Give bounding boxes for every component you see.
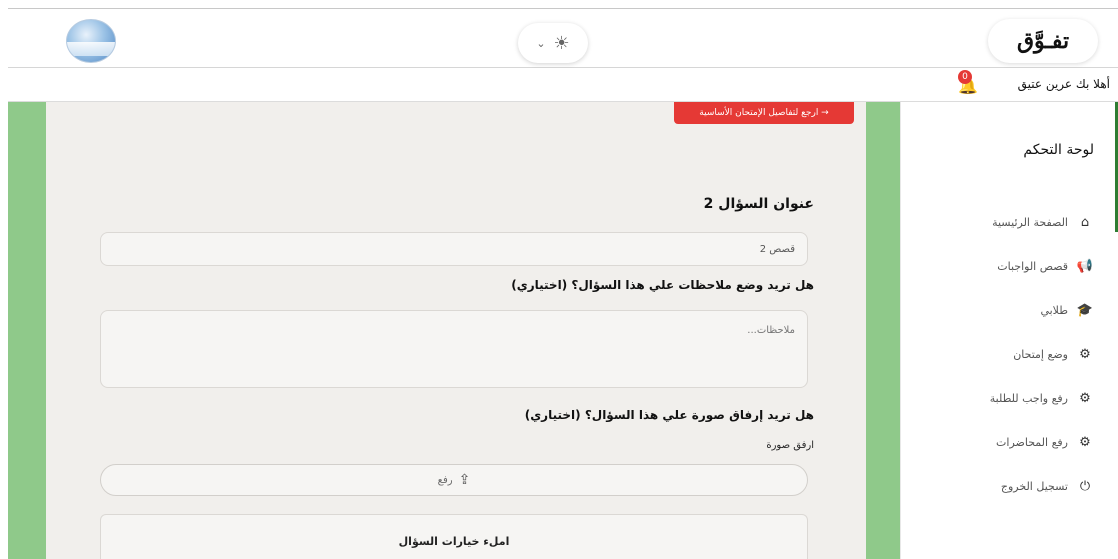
- upload-button[interactable]: ⇪ رفع: [100, 464, 808, 496]
- sidebar-nav: ⌂ الصفحة الرئيسية 📢 قصص الواجبات 🎓 طلابي…: [990, 200, 1096, 508]
- gear-icon: ⚙: [1079, 390, 1091, 406]
- chevron-down-icon: ⌄: [536, 36, 546, 50]
- sidebar-item-upload-homework[interactable]: ⚙ رفع واجب للطلبة: [990, 376, 1096, 420]
- question-options-panel: املء خيارات السؤال: [100, 514, 808, 559]
- greeting-text: أهلا بك عرين عتيق: [1017, 77, 1110, 91]
- sidebar: لوحة التحكم ⌂ الصفحة الرئيسية 📢 قصص الوا…: [900, 102, 1118, 559]
- megaphone-icon: 📢: [1076, 258, 1094, 274]
- sidebar-title: لوحة التحكم: [1023, 142, 1094, 158]
- power-icon: ⏻: [1079, 478, 1091, 494]
- question-title-input[interactable]: [100, 232, 808, 266]
- sidebar-item-create-exam[interactable]: ⚙ وضع إمتحان: [990, 332, 1096, 376]
- sidebar-item-logout[interactable]: ⏻ تسجيل الخروج: [990, 464, 1096, 508]
- attach-image-label: ارفق صورة: [766, 440, 814, 451]
- notification-badge: 0: [958, 70, 972, 84]
- sun-icon: ☀: [553, 32, 570, 54]
- sidebar-item-home[interactable]: ⌂ الصفحة الرئيسية: [990, 200, 1096, 244]
- sidebar-item-label: تسجيل الخروج: [1000, 479, 1068, 493]
- upload-icon: ⇪: [458, 472, 471, 488]
- sidebar-item-label: رفع المحاضرات: [996, 435, 1068, 449]
- top-bar: ⌄ ☀ تفـوَّق: [8, 8, 1118, 68]
- greeting-bar: أهلا بك عرين عتيق 🔔 0: [8, 68, 1118, 102]
- back-to-exam-details-button[interactable]: → ارجع لتفاصيل الإمتحان الأساسية: [674, 102, 854, 124]
- sidebar-item-label: قصص الواجبات: [997, 259, 1068, 273]
- home-icon: ⌂: [1080, 214, 1090, 230]
- sidebar-item-label: طلابي: [1040, 303, 1068, 317]
- gear-icon: ⚙: [1079, 346, 1091, 362]
- notes-textarea[interactable]: [100, 310, 808, 388]
- upload-label: رفع: [437, 474, 453, 486]
- gear-icon: ⚙: [1079, 434, 1091, 450]
- sidebar-item-label: رفع واجب للطلبة: [989, 391, 1068, 405]
- app-logo[interactable]: تفـوَّق: [988, 19, 1098, 63]
- exam-question-form: → ارجع لتفاصيل الإمتحان الأساسية عنوان ا…: [46, 102, 866, 559]
- main-area: → ارجع لتفاصيل الإمتحان الأساسية عنوان ا…: [8, 102, 901, 559]
- sidebar-item-label: الصفحة الرئيسية: [992, 215, 1068, 229]
- options-title: املء خيارات السؤال: [398, 535, 510, 548]
- avatar[interactable]: [66, 19, 116, 63]
- sidebar-item-upload-lectures[interactable]: ⚙ رفع المحاضرات: [990, 420, 1096, 464]
- sidebar-item-homework-stories[interactable]: 📢 قصص الواجبات: [990, 244, 1096, 288]
- sidebar-item-label: وضع إمتحان: [1013, 347, 1068, 361]
- attach-image-question-label: هل تريد إرفاق صورة علي هذا السؤال؟ (اختي…: [524, 408, 814, 422]
- theme-toggle-button[interactable]: ⌄ ☀: [518, 23, 588, 63]
- graduation-icon: 🎓: [1076, 302, 1094, 318]
- sidebar-item-my-students[interactable]: 🎓 طلابي: [990, 288, 1096, 332]
- question-title: عنوان السؤال 2: [703, 196, 814, 212]
- notes-label: هل تريد وضع ملاحظات علي هذا السؤال؟ (اخت…: [511, 278, 814, 292]
